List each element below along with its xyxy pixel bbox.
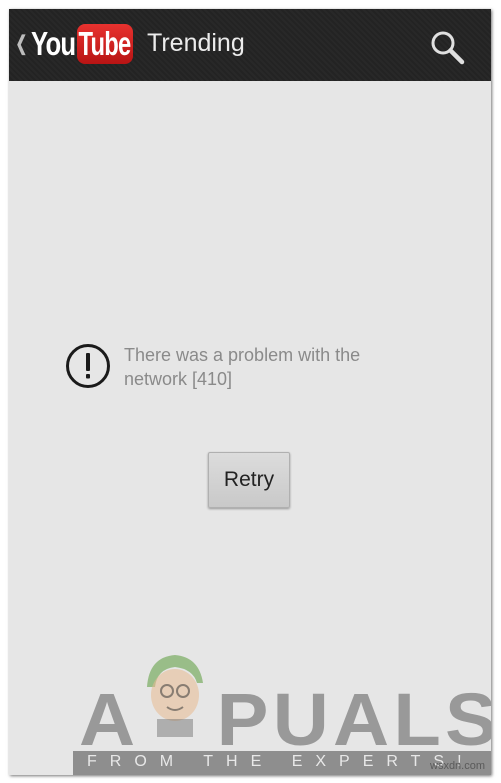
youtube-logo-tube[interactable]: Tube [77,24,133,64]
error-message: There was a problem with the network [41… [124,345,361,389]
youtube-logo-tube-text: Tube [78,25,131,62]
app-bar: ❮ You Tube Trending [9,9,491,81]
error-icon [66,344,110,388]
credit-text: wsxdn.com [430,760,486,772]
watermark-text: A PUALS [79,678,491,761]
app-screen: ❮ You Tube Trending There was a problem … [9,9,491,775]
youtube-logo[interactable]: You [31,25,76,63]
page-title: Trending [147,29,245,57]
watermark-tagline: FROM THE EXPERTS! [87,753,475,770]
search-icon[interactable] [429,29,465,65]
retry-button[interactable]: Retry [208,452,290,508]
chevron-left-icon[interactable]: ❮ [16,31,28,56]
